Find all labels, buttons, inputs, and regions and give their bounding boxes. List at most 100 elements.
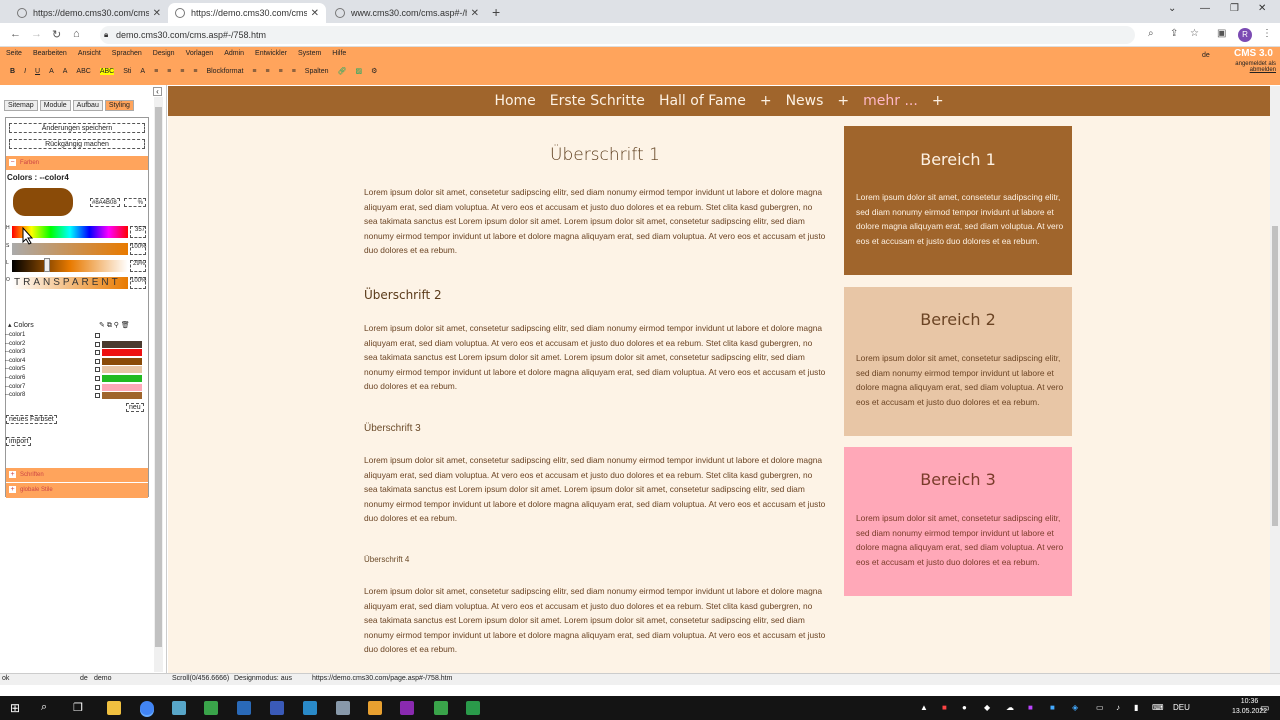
- font-size-up-button[interactable]: A: [63, 68, 68, 75]
- section-farben[interactable]: − Farben: [6, 156, 148, 170]
- tray-icon[interactable]: ■: [1028, 703, 1033, 712]
- close-icon[interactable]: ✕: [153, 8, 161, 19]
- folder-icon[interactable]: [368, 701, 382, 715]
- task-view-icon[interactable]: ❐: [73, 701, 87, 715]
- app-icon[interactable]: [434, 701, 448, 715]
- italic-button[interactable]: I: [24, 68, 26, 75]
- tray-icon[interactable]: ▲: [920, 703, 928, 712]
- edit-icon[interactable]: ✎: [99, 322, 105, 329]
- color-chip[interactable]: [102, 332, 142, 339]
- save-changes-button[interactable]: Änderungen speichern: [9, 123, 145, 133]
- new-tab-icon[interactable]: +: [492, 4, 500, 20]
- app-icon[interactable]: [303, 701, 317, 715]
- back-icon[interactable]: ←: [10, 28, 21, 40]
- trash-icon[interactable]: 🗑︎: [121, 322, 130, 329]
- reload-icon[interactable]: ↻: [52, 28, 61, 41]
- collapse-icon[interactable]: ▴: [8, 322, 12, 329]
- color-row[interactable]: --color4: [2, 357, 142, 366]
- opacity-value[interactable]: 100%: [130, 277, 146, 289]
- list-ordered-button[interactable]: ≡: [279, 68, 283, 75]
- indent-button[interactable]: ≡: [266, 68, 270, 75]
- menu-ansicht[interactable]: Ansicht: [78, 50, 101, 57]
- color-row[interactable]: --color6: [2, 375, 142, 383]
- color-chip[interactable]: [102, 375, 142, 382]
- menu-vorlagen[interactable]: Vorlagen: [186, 50, 214, 57]
- forward-icon[interactable]: →: [31, 28, 42, 40]
- app-icon[interactable]: [336, 701, 350, 715]
- home-icon[interactable]: ⌂: [73, 28, 80, 40]
- tray-icon[interactable]: ●: [962, 703, 967, 712]
- search-icon[interactable]: ⌕: [41, 701, 55, 715]
- bold-button[interactable]: B: [10, 68, 15, 75]
- share-icon[interactable]: ⇪: [1170, 28, 1178, 39]
- new-color-button[interactable]: neu: [126, 403, 144, 412]
- underline-button[interactable]: U: [35, 68, 40, 75]
- app-icon[interactable]: [172, 701, 186, 715]
- section-schriften[interactable]: + Schriften: [6, 468, 148, 482]
- notification-icon[interactable]: ▭: [1260, 703, 1269, 714]
- nav-hall-of-fame[interactable]: Hall of Fame: [659, 93, 746, 109]
- menu-system[interactable]: System: [298, 50, 321, 57]
- blockformat-dropdown[interactable]: Blockformat: [206, 68, 243, 75]
- minimize-icon[interactable]: —: [1200, 3, 1210, 14]
- keyboard-icon[interactable]: ⌨: [1152, 703, 1164, 712]
- lightness-slider[interactable]: [12, 260, 128, 272]
- windows-start-icon[interactable]: ⊞: [10, 701, 24, 715]
- collapse-panel-icon[interactable]: ‹: [153, 87, 162, 96]
- menu-design[interactable]: Design: [153, 50, 175, 57]
- close-icon[interactable]: ✕: [311, 8, 319, 19]
- menu-entwickler[interactable]: Entwickler: [255, 50, 287, 57]
- browser-tab-active[interactable]: https://demo.cms30.com/cms.as ✕: [168, 3, 326, 23]
- browser-tab[interactable]: www.cms30.com/cms.asp#-/hom ✕: [328, 3, 486, 23]
- align-justify-button[interactable]: ≡: [193, 68, 197, 75]
- chevron-down-icon[interactable]: ⌄: [1168, 3, 1176, 14]
- new-palette-button[interactable]: neues Farbset: [6, 415, 57, 424]
- settings-icon[interactable]: ⚙: [371, 67, 377, 75]
- clear-format-button[interactable]: A: [140, 68, 145, 75]
- window-close-icon[interactable]: ✕: [1258, 3, 1266, 14]
- list-unordered-button[interactable]: ≡: [292, 68, 296, 75]
- language-select[interactable]: de: [1202, 52, 1210, 59]
- delete-icon[interactable]: [95, 333, 100, 338]
- app-icon[interactable]: [466, 701, 480, 715]
- nav-plus[interactable]: +: [837, 93, 849, 109]
- copy-icon[interactable]: ⧉: [107, 322, 112, 329]
- nav-mehr[interactable]: mehr ...: [863, 93, 918, 109]
- outdent-button[interactable]: ≡: [252, 68, 256, 75]
- profile-avatar[interactable]: R: [1238, 28, 1252, 42]
- style-dropdown[interactable]: Sti: [123, 68, 131, 75]
- tab-aufbau[interactable]: Aufbau: [72, 100, 103, 111]
- menu-hilfe[interactable]: Hilfe: [332, 50, 346, 57]
- delete-icon[interactable]: [95, 376, 100, 381]
- image-icon[interactable]: ▨: [355, 67, 362, 75]
- battery-icon[interactable]: ▮: [1134, 703, 1138, 712]
- delete-icon[interactable]: [95, 367, 100, 373]
- delete-icon[interactable]: [95, 393, 100, 399]
- close-icon[interactable]: ✕: [471, 8, 479, 19]
- section-globale-stile[interactable]: + globale Stile: [6, 483, 148, 498]
- columns-dropdown[interactable]: Spalten: [305, 68, 329, 75]
- delete-icon[interactable]: [95, 384, 100, 390]
- color-row[interactable]: --color3: [2, 349, 142, 357]
- onenote-icon[interactable]: [400, 701, 414, 715]
- slider-handle[interactable]: [44, 258, 50, 272]
- language-indicator[interactable]: DEU: [1173, 703, 1190, 712]
- restore-icon[interactable]: ❐: [1230, 3, 1239, 14]
- color-row[interactable]: --color7: [2, 383, 142, 392]
- network-icon[interactable]: ▭: [1096, 703, 1104, 712]
- text-color-button[interactable]: ABC: [76, 68, 90, 75]
- color-chip[interactable]: [102, 392, 142, 400]
- color-row[interactable]: --color8: [2, 392, 142, 400]
- color-row[interactable]: --color5: [2, 366, 142, 374]
- nav-erste-schritte[interactable]: Erste Schritte: [550, 93, 645, 109]
- file-explorer-icon[interactable]: [107, 701, 121, 715]
- color-row[interactable]: --color1: [2, 332, 142, 340]
- color-chip[interactable]: [102, 366, 142, 374]
- menu-bearbeiten[interactable]: Bearbeiten: [33, 50, 67, 57]
- link-icon[interactable]: ⚲: [114, 322, 119, 329]
- delete-icon[interactable]: [95, 350, 100, 356]
- color-row[interactable]: --color2: [2, 340, 142, 349]
- tray-icon[interactable]: ◆: [984, 703, 990, 712]
- align-right-button[interactable]: ≡: [180, 68, 184, 75]
- menu-seite[interactable]: Seite: [6, 50, 22, 57]
